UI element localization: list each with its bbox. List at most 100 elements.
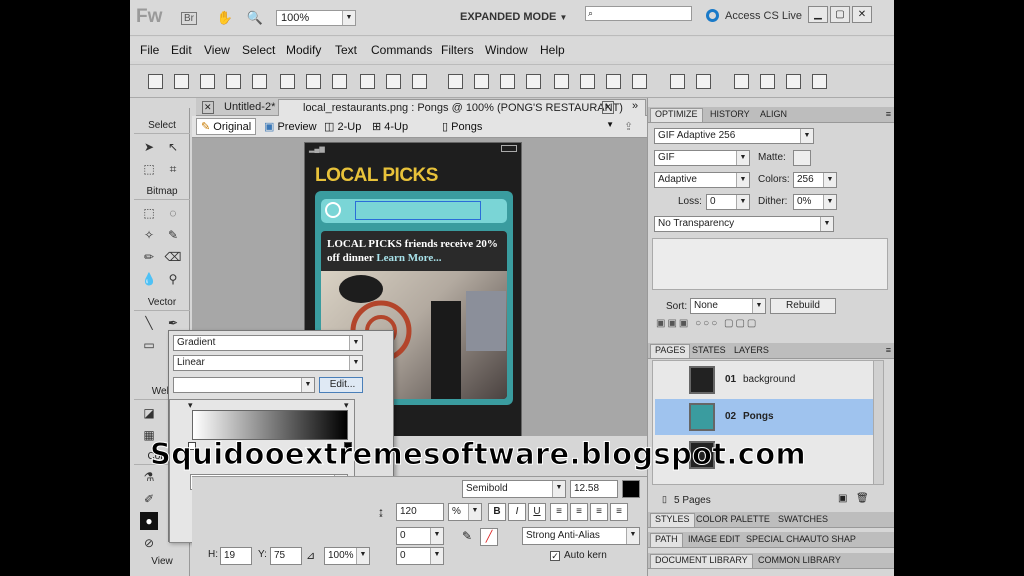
copy-icon[interactable]: [386, 74, 401, 89]
menu-view[interactable]: View: [204, 43, 230, 57]
leading-unit-select[interactable]: % ▼: [448, 503, 482, 521]
tab-auto-shapes[interactable]: AUTO SHAP: [800, 534, 860, 544]
tab-history[interactable]: HISTORY: [706, 109, 754, 119]
rotate-icon[interactable]: [734, 74, 749, 89]
tab-color-palette[interactable]: COLOR PALETTE: [692, 514, 774, 524]
view-2up-button[interactable]: ◫ 2-Up: [324, 120, 361, 133]
tab-styles[interactable]: STYLES: [650, 513, 695, 527]
group-icon[interactable]: [448, 74, 463, 89]
view-preview-button[interactable]: ▣ Preview: [264, 120, 317, 133]
tab-common-library[interactable]: COMMON LIBRARY: [754, 555, 845, 565]
optimize-preset-select[interactable]: GIF Adaptive 256 ▼: [654, 128, 814, 144]
matte-swatch[interactable]: [793, 150, 811, 166]
cut-icon[interactable]: [360, 74, 375, 89]
loss-field[interactable]: 0 ▼: [706, 194, 750, 210]
selected-search-bar[interactable]: [321, 199, 507, 223]
tab-untitled[interactable]: Untitled-2*: [200, 99, 275, 116]
scale-field[interactable]: 100% ▼: [324, 547, 370, 565]
scale-tool-icon[interactable]: ⬚: [140, 160, 158, 178]
import-icon[interactable]: [226, 74, 241, 89]
send-backward-icon[interactable]: [606, 74, 621, 89]
underline-button[interactable]: U: [528, 503, 546, 521]
split-icon[interactable]: [526, 74, 541, 89]
indent-field[interactable]: 0 ▼: [396, 527, 444, 545]
crop-tool-icon[interactable]: ⌗: [164, 160, 182, 178]
menu-text[interactable]: Text: [335, 43, 357, 57]
align-menu-icon[interactable]: [696, 74, 711, 89]
baseline-field[interactable]: 0 ▼: [396, 547, 444, 565]
format-select[interactable]: GIF ▼: [654, 150, 750, 166]
pencil-tool-icon[interactable]: ✏: [140, 248, 158, 266]
delete-page-icon[interactable]: 🗑: [856, 493, 869, 504]
pages-scrollbar[interactable]: [873, 361, 883, 484]
tab-optimize[interactable]: OPTIMIZE: [650, 108, 703, 122]
transparency-select[interactable]: No Transparency ▼: [654, 216, 834, 232]
page-item-pongs[interactable]: 02 Pongs: [655, 399, 883, 435]
rectangle-tool-icon[interactable]: ▭: [140, 336, 158, 354]
bring-front-icon[interactable]: [554, 74, 569, 89]
marquee-tool-icon[interactable]: ⬚: [140, 204, 158, 222]
justify-button[interactable]: ≡: [610, 503, 628, 521]
view-4up-button[interactable]: ⊞ 4-Up: [372, 120, 408, 133]
bridge-icon[interactable]: Br: [178, 7, 200, 29]
print-icon[interactable]: [280, 74, 295, 89]
settings-icon[interactable]: ⇪: [624, 120, 633, 133]
flip-vertical-icon[interactable]: [786, 74, 801, 89]
search-input[interactable]: ⌕: [585, 6, 692, 21]
tab-layers[interactable]: LAYERS: [730, 345, 773, 355]
eyedropper-icon[interactable]: ✎: [462, 529, 472, 543]
tab-states[interactable]: STATES: [688, 345, 730, 355]
bold-button[interactable]: B: [488, 503, 506, 521]
tab-align[interactable]: ALIGN: [756, 109, 791, 119]
skew-icon[interactable]: [812, 74, 827, 89]
gradient-preview[interactable]: [192, 410, 348, 440]
pointer-tool-icon[interactable]: ➤: [140, 138, 158, 156]
minimize-button[interactable]: ▁: [808, 6, 828, 23]
height-field[interactable]: 19: [220, 547, 252, 565]
texture-select[interactable]: ▼: [173, 377, 315, 393]
blur-tool-icon[interactable]: 💧: [140, 270, 158, 288]
tab-overflow-icon[interactable]: »: [632, 100, 638, 112]
zoom-icon[interactable]: 🔍: [244, 7, 266, 29]
panel-menu-icon[interactable]: ≡: [886, 345, 891, 355]
menu-edit[interactable]: Edit: [171, 43, 192, 57]
fill-type-select[interactable]: Gradient ▼: [173, 335, 363, 351]
tab-image-edit[interactable]: IMAGE EDIT: [684, 534, 744, 544]
font-size-field[interactable]: 12.58: [570, 480, 618, 498]
sort-select[interactable]: None ▼: [690, 298, 766, 314]
y-field[interactable]: 75: [270, 547, 302, 565]
page-item-background[interactable]: 01 background: [655, 362, 883, 398]
bring-forward-icon[interactable]: [580, 74, 595, 89]
access-cs-live[interactable]: Access CS Live: [725, 10, 802, 22]
anti-alias-select[interactable]: Strong Anti-Alias ▼: [522, 527, 640, 545]
close-button[interactable]: ✕: [852, 6, 872, 23]
no-color-icon[interactable]: ⊘: [140, 534, 158, 552]
new-document-icon[interactable]: [148, 74, 163, 89]
panel-menu-icon[interactable]: ≡: [886, 109, 891, 119]
subselect-tool-icon[interactable]: ↖: [164, 138, 182, 156]
tab-pages[interactable]: PAGES: [650, 344, 691, 358]
page-select[interactable]: ▯ Pongs ▼: [442, 120, 614, 133]
eraser-tool-icon[interactable]: ⌫: [164, 248, 182, 266]
view-original-button[interactable]: ✎ Original: [196, 118, 257, 135]
stamp-tool-icon[interactable]: ⚲: [164, 270, 182, 288]
menu-select[interactable]: Select: [242, 43, 275, 57]
italic-button[interactable]: I: [508, 503, 526, 521]
stroke-color-icon[interactable]: ●: [140, 512, 158, 530]
menu-help[interactable]: Help: [540, 43, 565, 57]
ungroup-icon[interactable]: [474, 74, 489, 89]
auto-kern-checkbox[interactable]: ✓: [550, 551, 560, 561]
rebuild-button[interactable]: Rebuild: [770, 298, 836, 314]
flip-horizontal-icon[interactable]: [760, 74, 775, 89]
magic-wand-icon[interactable]: ✧: [140, 226, 158, 244]
join-icon[interactable]: [500, 74, 515, 89]
dither-field[interactable]: 0% ▼: [793, 194, 837, 210]
edit-gradient-button[interactable]: Edit...: [319, 377, 363, 393]
align-left-button[interactable]: ≡: [550, 503, 568, 521]
menu-filters[interactable]: Filters: [441, 43, 474, 57]
tab-local-restaurants[interactable]: local_restaurants.png : Pongs @ 100% (PO…: [278, 99, 646, 116]
palette-select[interactable]: Adaptive ▼: [654, 172, 750, 188]
leading-field[interactable]: 120: [396, 503, 444, 521]
brush-tool-icon[interactable]: ✎: [164, 226, 182, 244]
line-tool-icon[interactable]: ╲: [140, 314, 158, 332]
